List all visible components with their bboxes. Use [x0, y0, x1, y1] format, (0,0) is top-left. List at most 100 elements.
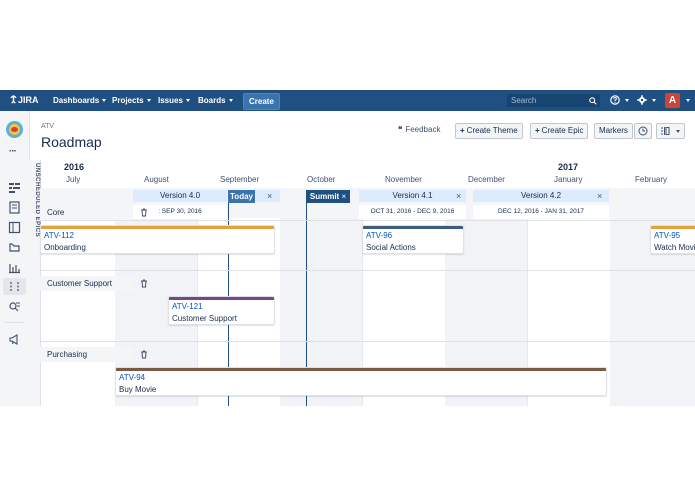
nav-projects[interactable]: Projects	[112, 90, 151, 111]
view-options-icon	[661, 127, 670, 135]
reports-icon[interactable]	[8, 261, 21, 274]
help-button[interactable]	[610, 94, 630, 107]
row-separator	[40, 220, 695, 221]
year-label-2016: 2016	[64, 162, 85, 172]
nav-dashboards[interactable]: Dashboards	[53, 90, 107, 111]
search-icon	[589, 97, 597, 105]
feedback-label: Feedback	[405, 125, 441, 134]
today-marker[interactable]: Today	[228, 190, 255, 203]
user-avatar[interactable]: A	[665, 93, 680, 108]
theme-row-customer-support[interactable]: Customer Support	[40, 276, 133, 291]
epic-card[interactable]: ATV-96 Social Actions	[362, 225, 464, 254]
chevron-down-icon	[686, 99, 690, 102]
chevron-down-icon	[102, 99, 107, 102]
version-dates: OCT 31, 2016 - DEC 9, 2016	[359, 205, 466, 219]
trash-icon[interactable]	[140, 350, 148, 359]
nav-projects-label: Projects	[112, 96, 144, 105]
create-button[interactable]: Create	[243, 93, 280, 110]
project-avatar[interactable]	[6, 121, 23, 138]
close-icon[interactable]: ×	[267, 190, 272, 202]
board-icon[interactable]	[8, 221, 21, 234]
issues-search-icon[interactable]	[8, 300, 21, 313]
sidebar-divider	[5, 322, 24, 323]
summit-marker[interactable]: Summit ×	[306, 190, 350, 203]
month-july: July	[66, 175, 81, 184]
epic-key[interactable]: ATV-94	[119, 373, 145, 382]
page-title: Roadmap	[41, 134, 102, 150]
epics-panel-icon[interactable]	[8, 280, 21, 293]
theme-label: Purchasing	[47, 350, 88, 359]
version-name: Version 4.1	[392, 191, 433, 200]
view-options-button[interactable]	[656, 123, 685, 139]
create-theme-button[interactable]: + Create Theme	[455, 123, 523, 139]
nav-issues-label: Issues	[158, 96, 183, 105]
settings-button[interactable]	[637, 94, 657, 107]
history-button[interactable]	[634, 123, 652, 139]
plus-icon: +	[460, 126, 465, 135]
backlog-icon[interactable]	[8, 201, 21, 214]
releases-icon[interactable]	[8, 241, 21, 254]
close-icon[interactable]: ×	[456, 190, 461, 202]
epic-title: Social Actions	[366, 243, 416, 252]
help-icon	[610, 95, 620, 105]
nav-boards[interactable]: Boards	[198, 90, 233, 111]
epic-card[interactable]: ATV-94 Buy Movie	[115, 367, 607, 396]
more-icon[interactable]: ···	[9, 147, 20, 157]
chevron-down-icon	[625, 99, 629, 102]
nav-dashboards-label: Dashboards	[53, 96, 100, 105]
version-bar[interactable]: Version 4.1 ×	[359, 190, 466, 202]
epic-card[interactable]: ATV-121 Customer Support	[168, 296, 275, 325]
month-february: February	[635, 175, 668, 184]
create-epic-button[interactable]: + Create Epic	[530, 123, 589, 139]
theme-label: Core	[47, 208, 65, 217]
version-bar-tail: ×	[254, 190, 280, 202]
chevron-down-icon	[676, 130, 680, 133]
markers-label: Markers	[599, 126, 628, 135]
epic-key[interactable]: ATV-121	[172, 302, 203, 311]
project-sidebar: ···	[0, 111, 30, 406]
epic-key[interactable]: ATV-95	[654, 231, 680, 240]
month-october: October	[307, 175, 336, 184]
feedback-link[interactable]: ❝ Feedback	[398, 123, 440, 137]
theme-label: Customer Support	[47, 279, 112, 288]
megaphone-icon[interactable]	[8, 333, 21, 346]
version-bar[interactable]: Version 4.2 ×	[473, 190, 609, 202]
version-dates: DEC 12, 2016 - JAN 31, 2017	[473, 205, 609, 219]
jira-logo-icon	[10, 95, 17, 104]
chevron-down-icon	[185, 99, 190, 102]
close-icon[interactable]: ×	[597, 190, 602, 202]
close-icon[interactable]: ×	[341, 192, 346, 201]
epic-card[interactable]: ATV-95 Watch Movie	[650, 225, 695, 254]
summit-label: Summit	[309, 192, 340, 201]
nav-issues[interactable]: Issues	[158, 90, 190, 111]
version-name: Version 4.2	[520, 191, 562, 200]
chevron-down-icon	[146, 99, 151, 102]
month-august: August	[144, 175, 169, 184]
markers-button[interactable]: Markers	[594, 123, 633, 139]
search-placeholder: Search	[511, 96, 537, 105]
create-theme-label: Create Theme	[466, 126, 518, 135]
clock-icon	[638, 126, 648, 136]
nav-boards-label: Boards	[198, 96, 226, 105]
roadmap-icon[interactable]	[8, 181, 21, 194]
theme-row-purchasing[interactable]: Purchasing	[40, 347, 133, 362]
epic-color-bar	[169, 297, 274, 300]
chevron-down-icon	[228, 99, 233, 102]
jira-logo[interactable]: JIRA	[9, 90, 39, 111]
month-september: September	[220, 175, 260, 184]
search-input[interactable]: Search	[507, 94, 600, 107]
quote-icon: ❝	[398, 125, 403, 134]
year-label-2017: 2017	[558, 162, 579, 172]
epic-color-bar	[651, 226, 695, 229]
epic-key[interactable]: ATV-96	[366, 231, 392, 240]
today-label: Today	[230, 192, 253, 201]
version-bar[interactable]: Version 4.0	[133, 190, 227, 202]
row-separator	[40, 341, 695, 342]
theme-row-core[interactable]: Core	[40, 205, 133, 220]
epic-card[interactable]: ATV-112 Onboarding	[40, 225, 275, 254]
month-january: January	[554, 175, 583, 184]
trash-icon[interactable]	[140, 208, 148, 217]
avatar-letter: A	[668, 95, 677, 106]
trash-icon[interactable]	[140, 279, 148, 288]
epic-key[interactable]: ATV-112	[44, 231, 74, 240]
